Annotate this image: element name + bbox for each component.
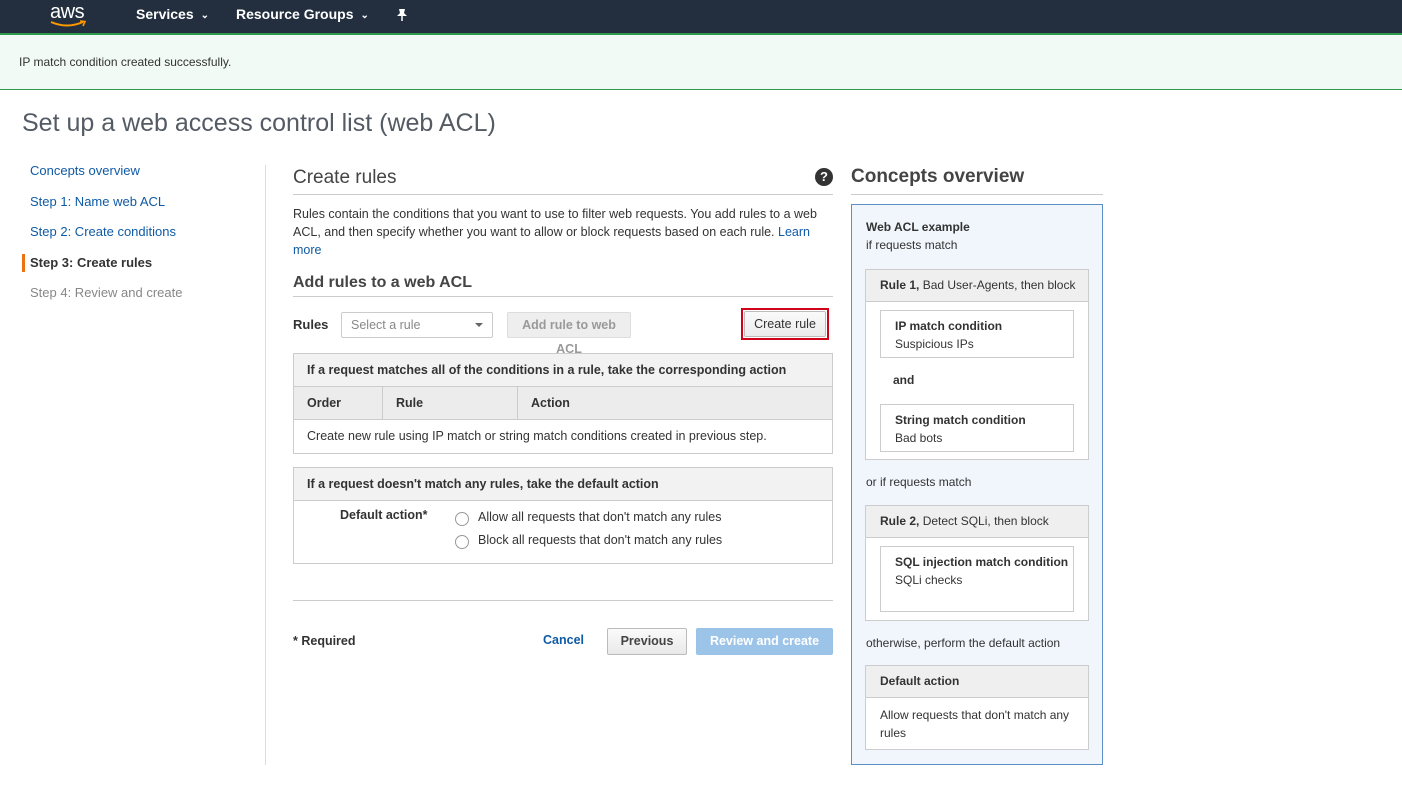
resource-groups-label: Resource Groups	[236, 6, 354, 22]
rule-2-box: Rule 2, Detect SQLi, then block SQL inje…	[865, 505, 1089, 621]
services-menu[interactable]: Services ⌄	[136, 0, 209, 33]
services-label: Services	[136, 6, 194, 22]
rules-table-empty-message: Create new rule using IP match or string…	[307, 429, 767, 443]
string-match-condition-box: String match condition Bad bots	[880, 404, 1074, 452]
rule-2-description: Detect SQLi, then block	[922, 514, 1049, 528]
footer-divider	[293, 600, 833, 601]
rules-label: Rules	[293, 317, 329, 332]
sidebar-item-step-3: Step 3: Create rules	[30, 255, 153, 270]
description-text: Rules contain the conditions that you wa…	[293, 207, 817, 239]
aws-smile-icon	[50, 20, 87, 27]
rule-select-placeholder: Select a rule	[351, 318, 421, 332]
default-action-box: Default action Allow requests that don't…	[865, 665, 1089, 750]
default-action-label: Default action*	[340, 508, 428, 522]
aws-logo[interactable]: aws	[50, 0, 90, 33]
rule-2-header: Rule 2, Detect SQLi, then block	[866, 506, 1088, 538]
cancel-button[interactable]: Cancel	[543, 633, 584, 647]
add-rules-heading: Add rules to a web ACL	[293, 274, 472, 291]
ip-match-condition-box: IP match condition Suspicious IPs	[880, 310, 1074, 358]
active-step-marker	[22, 254, 25, 272]
rule-1-header: Rule 1, Bad User-Agents, then block	[866, 270, 1088, 302]
chevron-down-icon: ⌄	[200, 10, 209, 21]
review-and-create-button[interactable]: Review and create	[696, 628, 833, 655]
block-all-label[interactable]: Block all requests that don't match any …	[478, 533, 722, 547]
create-rule-button[interactable]: Create rule	[744, 311, 826, 337]
sidebar-divider	[265, 165, 266, 765]
web-acl-example-title: Web ACL example	[866, 220, 970, 234]
default-action-box-text: Allow requests that don't match any rule…	[880, 708, 1070, 740]
rules-table-header: If a request matches all of the conditio…	[294, 354, 832, 387]
or-if-requests-match-text: or if requests match	[866, 475, 972, 489]
rule-1-name: Rule 1,	[880, 278, 920, 292]
sidebar-item-concepts-overview[interactable]: Concepts overview	[30, 163, 140, 178]
resource-groups-menu[interactable]: Resource Groups ⌄	[236, 0, 369, 33]
sidebar-item-step-4: Step 4: Review and create	[30, 285, 183, 300]
sql-injection-condition-sub: SQLi checks	[895, 573, 963, 587]
string-match-condition-sub: Bad bots	[895, 431, 943, 445]
string-match-condition-title: String match condition	[895, 413, 1026, 427]
rule-1-box: Rule 1, Bad User-Agents, then block IP m…	[865, 269, 1089, 460]
heading-divider	[293, 194, 833, 195]
concepts-overview-heading: Concepts overview	[851, 166, 1025, 187]
allow-all-radio[interactable]	[455, 512, 469, 526]
pin-icon[interactable]	[396, 0, 408, 33]
chevron-down-icon: ⌄	[360, 10, 369, 21]
concepts-overview-panel: Web ACL example if requests match Rule 1…	[851, 204, 1103, 765]
sql-injection-condition-box: SQL injection match condition SQLi check…	[880, 546, 1074, 612]
allow-all-label[interactable]: Allow all requests that don't match any …	[478, 510, 721, 524]
rule-select[interactable]: Select a rule	[341, 312, 493, 338]
default-action-header: If a request doesn't match any rules, ta…	[294, 468, 832, 501]
add-rules-divider	[293, 296, 833, 297]
concepts-divider	[851, 194, 1103, 195]
section-heading: Create rules	[293, 167, 397, 188]
top-navigation-bar: aws Services ⌄ Resource Groups ⌄	[0, 0, 1402, 33]
ip-match-condition-title: IP match condition	[895, 319, 1003, 333]
rule-2-name: Rule 2,	[880, 514, 920, 528]
help-icon[interactable]: ?	[815, 168, 833, 186]
and-text: and	[893, 373, 915, 387]
column-rule[interactable]: Rule	[383, 387, 518, 419]
flash-text: IP match condition created successfully.	[19, 55, 232, 69]
otherwise-text: otherwise, perform the default action	[866, 636, 1061, 650]
rules-table: If a request matches all of the conditio…	[293, 353, 833, 454]
success-flash-message: IP match condition created successfully.	[0, 33, 1402, 90]
column-action[interactable]: Action	[518, 387, 570, 419]
page-title: Set up a web access control list (web AC…	[22, 109, 496, 137]
ip-match-condition-sub: Suspicious IPs	[895, 337, 974, 351]
previous-button[interactable]: Previous	[607, 628, 687, 655]
add-rule-to-web-acl-button[interactable]: Add rule to web ACL	[507, 312, 631, 356]
default-action-box-title: Default action	[866, 666, 1088, 698]
rule-1-description: Bad User-Agents, then block	[922, 278, 1076, 292]
column-order[interactable]: Order	[294, 387, 383, 419]
default-action-table: If a request doesn't match any rules, ta…	[293, 467, 833, 564]
sql-injection-condition-title: SQL injection match condition	[895, 555, 1069, 569]
section-description: Rules contain the conditions that you wa…	[293, 205, 828, 259]
if-requests-match-text: if requests match	[866, 238, 958, 252]
sidebar-item-step-1[interactable]: Step 1: Name web ACL	[30, 194, 165, 209]
required-note: * Required	[293, 634, 356, 648]
rules-table-columns: Order Rule Action	[294, 387, 832, 420]
block-all-radio[interactable]	[455, 535, 469, 549]
sidebar-item-step-2[interactable]: Step 2: Create conditions	[30, 224, 176, 239]
caret-down-icon	[475, 323, 483, 327]
